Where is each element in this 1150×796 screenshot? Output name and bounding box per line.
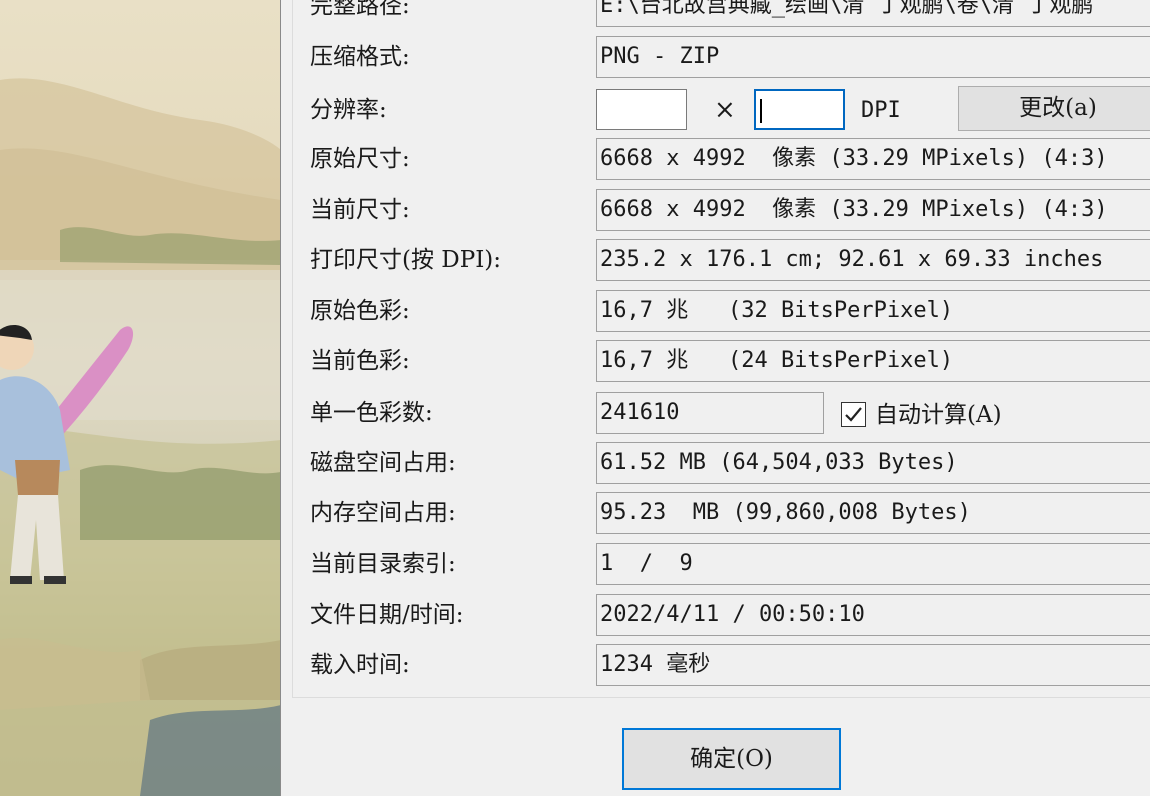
image-properties-dialog: 完整路径: E:\台北故宫典藏_绘画\清 丁观鹏\卷\清 丁观鹏 压缩格式: P… bbox=[281, 0, 1150, 796]
row-resolution: 分辨率: × DPI 更改(a) bbox=[310, 86, 1150, 131]
disk-size-label: 磁盘空间占用: bbox=[310, 450, 456, 476]
original-colors-label: 原始色彩: bbox=[310, 298, 410, 324]
unique-colors-field[interactable]: 241610 bbox=[596, 392, 824, 434]
row-current-colors: 当前色彩: 16,7 兆 (24 BitsPerPixel) bbox=[310, 340, 1150, 382]
painting-artwork bbox=[0, 78, 280, 796]
checkmark-icon bbox=[845, 407, 862, 422]
original-size-field[interactable]: 6668 x 4992 像素 (33.29 MPixels) (4:3) bbox=[596, 138, 1150, 180]
row-original-size: 原始尺寸: 6668 x 4992 像素 (33.29 MPixels) (4:… bbox=[310, 138, 1150, 180]
dir-index-field[interactable]: 1 / 9 bbox=[596, 543, 1150, 585]
times-sign: × bbox=[714, 95, 736, 125]
row-dir-index: 当前目录索引: 1 / 9 bbox=[310, 543, 1150, 585]
text-caret bbox=[760, 99, 762, 123]
auto-calc-checkbox[interactable] bbox=[841, 402, 866, 427]
dpi-y-input[interactable] bbox=[754, 89, 845, 130]
row-original-colors: 原始色彩: 16,7 兆 (32 BitsPerPixel) bbox=[310, 290, 1150, 332]
file-date-label: 文件日期/时间: bbox=[310, 602, 464, 628]
full-path-field[interactable]: E:\台北故宫典藏_绘画\清 丁观鹏\卷\清 丁观鹏 bbox=[596, 0, 1150, 27]
dir-index-label: 当前目录索引: bbox=[310, 551, 456, 577]
original-colors-field[interactable]: 16,7 兆 (32 BitsPerPixel) bbox=[596, 290, 1150, 332]
current-colors-field[interactable]: 16,7 兆 (24 BitsPerPixel) bbox=[596, 340, 1150, 382]
memory-size-field[interactable]: 95.23 MB (99,860,008 Bytes) bbox=[596, 492, 1150, 534]
dpi-unit-label: DPI bbox=[861, 98, 901, 123]
original-size-label: 原始尺寸: bbox=[310, 146, 410, 172]
row-compression: 压缩格式: PNG - ZIP bbox=[310, 36, 1150, 78]
row-memory-size: 内存空间占用: 95.23 MB (99,860,008 Bytes) bbox=[310, 492, 1150, 534]
current-size-label: 当前尺寸: bbox=[310, 197, 410, 223]
row-disk-size: 磁盘空间占用: 61.52 MB (64,504,033 Bytes) bbox=[310, 442, 1150, 484]
row-file-date: 文件日期/时间: 2022/4/11 / 00:50:10 bbox=[310, 594, 1150, 636]
compression-field[interactable]: PNG - ZIP bbox=[596, 36, 1150, 78]
disk-size-field[interactable]: 61.52 MB (64,504,033 Bytes) bbox=[596, 442, 1150, 484]
row-unique-colors: 单一色彩数: 241610 自动计算(A) bbox=[310, 392, 1150, 434]
load-time-field[interactable]: 1234 毫秒 bbox=[596, 644, 1150, 686]
row-current-size: 当前尺寸: 6668 x 4992 像素 (33.29 MPixels) (4:… bbox=[310, 189, 1150, 231]
auto-calc-label[interactable]: 自动计算(A) bbox=[875, 394, 1002, 436]
current-colors-label: 当前色彩: bbox=[310, 348, 410, 374]
row-full-path: 完整路径: E:\台北故宫典藏_绘画\清 丁观鹏\卷\清 丁观鹏 bbox=[310, 0, 1150, 27]
dpi-x-input[interactable] bbox=[596, 89, 687, 130]
unique-colors-label: 单一色彩数: bbox=[310, 400, 433, 426]
row-print-size: 打印尺寸(按 DPI): 235.2 x 176.1 cm; 92.61 x 6… bbox=[310, 239, 1150, 281]
compression-label: 压缩格式: bbox=[310, 44, 410, 70]
print-size-label: 打印尺寸(按 DPI): bbox=[310, 247, 502, 273]
ok-button[interactable]: 确定(O) bbox=[622, 728, 841, 790]
change-resolution-button[interactable]: 更改(a) bbox=[958, 86, 1150, 131]
load-time-label: 载入时间: bbox=[310, 652, 410, 678]
image-preview bbox=[0, 0, 281, 796]
memory-size-label: 内存空间占用: bbox=[310, 500, 456, 526]
full-path-label: 完整路径: bbox=[310, 0, 410, 19]
print-size-field[interactable]: 235.2 x 176.1 cm; 92.61 x 69.33 inches bbox=[596, 239, 1150, 281]
file-date-field[interactable]: 2022/4/11 / 00:50:10 bbox=[596, 594, 1150, 636]
current-size-field[interactable]: 6668 x 4992 像素 (33.29 MPixels) (4:3) bbox=[596, 189, 1150, 231]
row-load-time: 载入时间: 1234 毫秒 bbox=[310, 644, 1150, 686]
resolution-label: 分辨率: bbox=[310, 97, 387, 123]
